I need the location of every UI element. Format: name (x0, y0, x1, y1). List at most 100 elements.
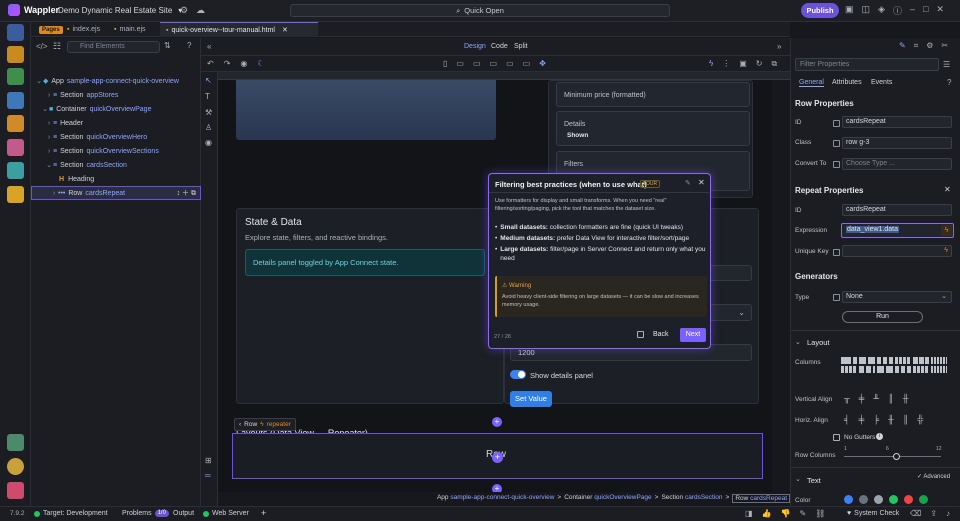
bell-icon[interactable]: ♪ (946, 509, 950, 518)
element-tag[interactable]: ‹ Row ϟ repeater (234, 418, 296, 431)
eraser-icon[interactable]: ⌫ (910, 509, 921, 518)
tree-row[interactable]: › ≡ Section appStores (31, 88, 201, 102)
align-baseline-icon[interactable]: ╫ (903, 394, 909, 403)
open-browser-icon[interactable]: ⧉ (772, 59, 778, 69)
tree-icon[interactable]: ☷ (53, 41, 61, 52)
selected-row-outline[interactable]: Row + (232, 433, 763, 479)
paint-tool-icon[interactable]: ⚒ (205, 108, 212, 117)
close-popup-icon[interactable]: ✕ (698, 178, 705, 187)
find-elements-input[interactable]: Find Elements (67, 41, 160, 53)
bolt-icon[interactable]: ϟ (941, 225, 952, 236)
undo-icon[interactable]: ↶ (207, 59, 214, 68)
swatch-primary[interactable] (844, 495, 853, 504)
slider-thumb[interactable] (893, 453, 900, 460)
details-toggle[interactable] (510, 370, 526, 379)
add-after-icon[interactable]: + (492, 484, 502, 492)
col-preset-icon[interactable] (895, 357, 911, 364)
convert-select[interactable]: Choose Type ... (842, 158, 952, 170)
thumbs-down-icon[interactable]: 👎 (781, 509, 791, 518)
repeat-id-input[interactable]: cardsRepeat (842, 204, 952, 216)
filter-properties-input[interactable]: Filter Properties (795, 58, 939, 71)
crumb-container[interactable]: Container quickOverviewPage (564, 494, 651, 503)
text-tool-icon[interactable]: T (205, 92, 210, 101)
bolt-icon[interactable]: ϟ (944, 246, 948, 256)
settings-gear-icon[interactable] (7, 458, 24, 475)
col-preset-icon[interactable] (931, 357, 947, 364)
remove-repeat-icon[interactable]: ✕ (944, 185, 951, 194)
id-input[interactable]: cardsRepeat (842, 116, 952, 128)
layout-icon[interactable]: ◫ (862, 4, 871, 17)
add-element-icon[interactable]: + (492, 417, 502, 427)
database-icon[interactable] (7, 92, 24, 109)
problems-button[interactable]: Problems 1/0 (122, 510, 169, 517)
grid-icon[interactable]: ⋮ (722, 59, 730, 69)
justify-end-icon[interactable]: ╞ (873, 415, 879, 424)
pencil-icon[interactable]: ✎ (685, 179, 691, 187)
align-top-icon[interactable]: ╥ (844, 394, 850, 403)
col-preset-icon[interactable] (877, 357, 893, 364)
divider-icon[interactable]: ═ (205, 471, 211, 480)
tab-index-ejs[interactable]: ▪ index.ejs (61, 22, 106, 37)
server-connect-icon[interactable] (7, 46, 24, 63)
desktop-icon[interactable]: ▭ (490, 59, 498, 68)
set-value-button[interactable]: Set Value (510, 391, 552, 407)
swatch-danger[interactable] (904, 495, 913, 504)
code-mode-tab[interactable]: Code (491, 43, 508, 50)
bind-icon[interactable] (833, 120, 840, 127)
crumb-section[interactable]: Section cardsSection (661, 494, 722, 503)
unique-key-input[interactable]: ϟ (842, 245, 952, 257)
chevron-down-icon[interactable]: ⌄ (795, 338, 801, 346)
expression-input[interactable]: data_view1.data ϟ (841, 223, 954, 238)
tree-row[interactable]: › ≡ Section quickOverviewSections (31, 144, 201, 158)
collapse-right-icon[interactable]: » (777, 42, 781, 51)
collapse-left-icon[interactable]: « (207, 42, 211, 51)
system-check-button[interactable]: ♥ System Check (847, 510, 899, 517)
swatch-light[interactable] (874, 495, 883, 504)
workflow-icon[interactable] (7, 68, 24, 85)
bind-icon[interactable] (833, 249, 840, 256)
col-preset-icon[interactable] (841, 366, 857, 373)
next-button[interactable]: Next (680, 328, 706, 342)
justify-center-icon[interactable]: ╪ (859, 415, 865, 424)
run-button[interactable]: Run (842, 311, 923, 323)
tree-row[interactable]: ⌄ ◆ App sample-app-connect-quick-overview (31, 74, 201, 88)
back-button[interactable]: Back (653, 331, 669, 338)
swatch-secondary[interactable] (859, 495, 868, 504)
tree-row-selected[interactable]: › ••• Row cardsRepeat ↕ ＋ ⧉ (31, 186, 201, 200)
row-actions-icon[interactable]: ↕ ＋ ⧉ (177, 188, 196, 198)
tab-quick-overview[interactable]: ▪ quick-overview--tour-manual.html ✕ (160, 22, 318, 37)
monitor-icon[interactable]: ▭ (506, 59, 514, 68)
extensions-icon[interactable] (7, 434, 24, 451)
type-select[interactable]: None ⌄ (842, 291, 952, 303)
chevron-down-icon[interactable]: ⌄ (795, 475, 801, 483)
target-selector[interactable]: Target: Development (34, 510, 108, 517)
help-circle-icon[interactable]: ? (947, 78, 951, 87)
project-selector[interactable]: Demo Dynamic Real Estate Site ▾ (54, 3, 186, 18)
tree-row[interactable]: › ≡ Section quickOverviewHero (31, 130, 201, 144)
edit-props-icon[interactable]: ✎ (899, 41, 906, 51)
design-mode-tab[interactable]: Design (464, 43, 486, 50)
eye-tool-icon[interactable]: ◉ (205, 138, 212, 147)
tab-general[interactable]: General (799, 79, 824, 87)
routes-icon[interactable] (7, 115, 24, 132)
justify-evenly-icon[interactable]: ╬ (917, 415, 923, 424)
info-icon[interactable]: i (876, 433, 883, 440)
align-stretch-icon[interactable]: ║ (888, 394, 894, 403)
moon-icon[interactable]: ☾ (257, 59, 264, 68)
drop-icon[interactable]: ◈ (878, 4, 885, 17)
web-server-button[interactable]: Web Server (203, 510, 249, 517)
col-preset-icon[interactable] (841, 357, 857, 364)
pages-icon[interactable] (7, 24, 24, 41)
class-input[interactable]: row g-3 (842, 137, 952, 149)
crumb-app[interactable]: App sample-app-connect-quick-overview (437, 494, 554, 503)
maximize-icon[interactable]: □ (923, 4, 928, 17)
mobile-icon[interactable]: ▯ (443, 59, 447, 68)
tree-row[interactable]: ⌄ ≡ Section cardsSection (31, 158, 201, 172)
refresh-icon[interactable]: ↻ (756, 59, 763, 69)
justify-between-icon[interactable]: ╫ (888, 415, 894, 424)
col-preset-icon[interactable] (913, 366, 929, 373)
col-preset-icon[interactable] (859, 366, 875, 373)
preview-icon[interactable]: ▣ (739, 59, 747, 69)
minimize-icon[interactable]: – (910, 4, 915, 17)
bind-icon[interactable] (833, 140, 840, 147)
